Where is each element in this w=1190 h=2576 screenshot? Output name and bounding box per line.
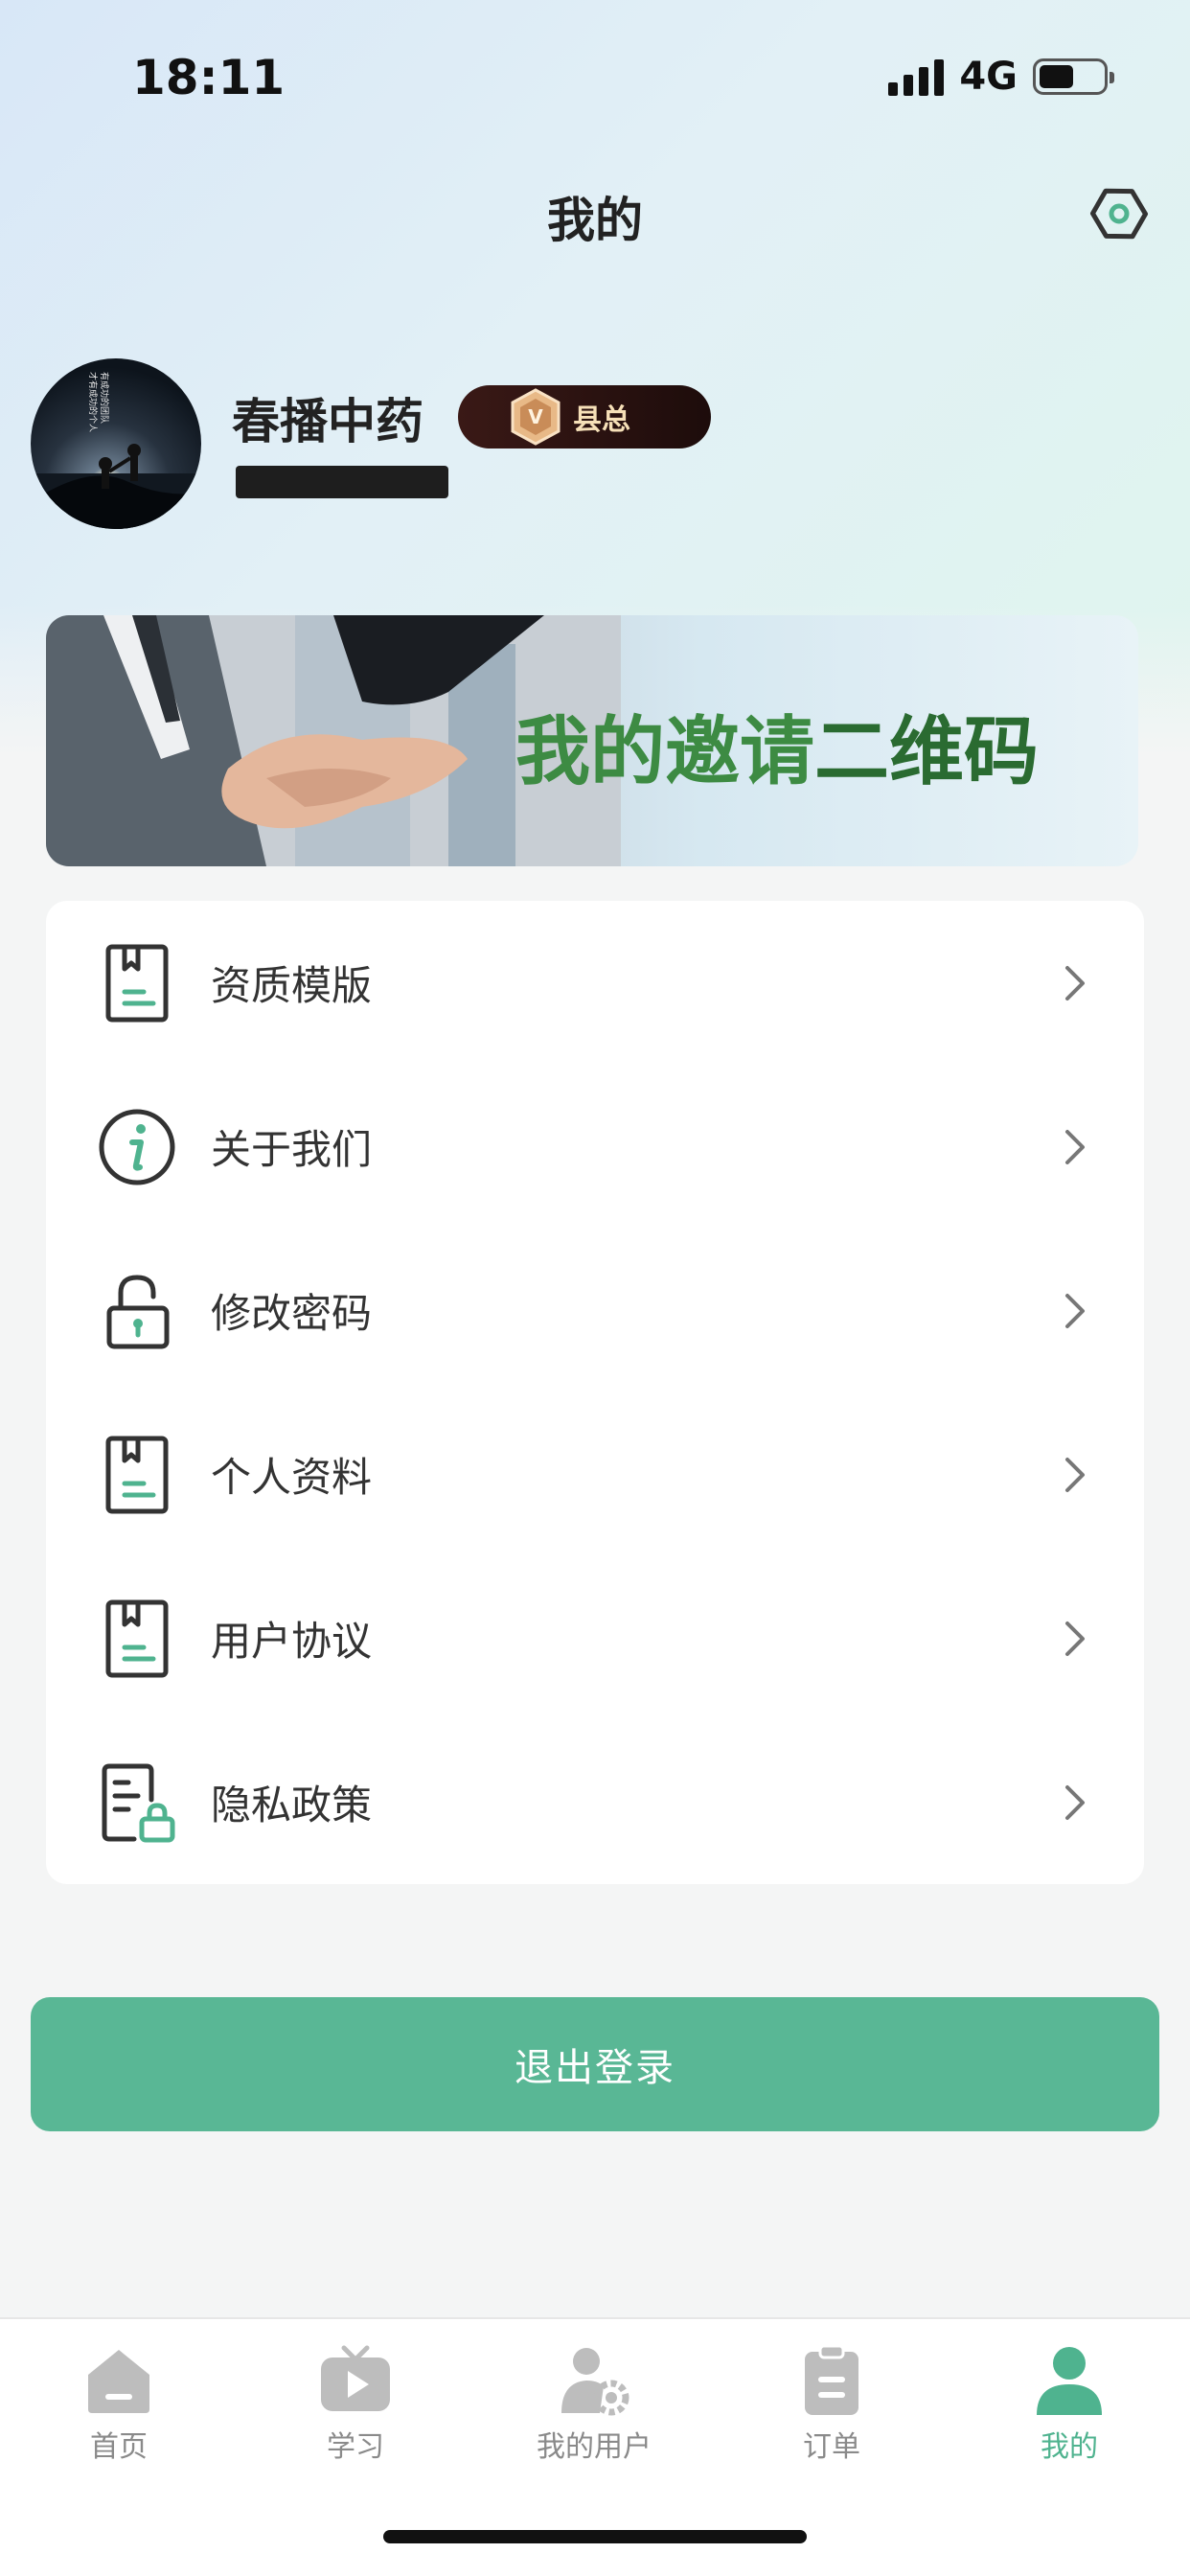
medal-v-icon: V	[511, 388, 561, 446]
tab-label: 我的	[1041, 2430, 1098, 2464]
tab-orders[interactable]: 订单	[736, 2342, 927, 2467]
svg-text:有成功的团队: 有成功的团队	[99, 372, 110, 424]
tab-study[interactable]: 学习	[260, 2342, 451, 2467]
bookmark-document-icon	[105, 944, 169, 1022]
invite-qrcode-banner[interactable]: 我的邀请二维码	[46, 615, 1138, 866]
unlock-icon	[106, 1274, 170, 1348]
menu-item-change-password[interactable]: 修改密码	[46, 1229, 1144, 1392]
tab-mine[interactable]: 我的	[973, 2342, 1165, 2467]
tab-home[interactable]: 首页	[23, 2342, 215, 2467]
chevron-right-icon	[1065, 965, 1085, 1000]
menu-item-privacy-policy[interactable]: 隐私政策	[46, 1720, 1144, 1884]
invite-banner-title-part2: 二维码	[814, 709, 1040, 795]
menu-item-qualification-template[interactable]: 资质模版	[46, 901, 1144, 1065]
level-badge: V 县总	[458, 385, 711, 448]
masked-phone-number	[236, 466, 448, 498]
info-icon	[99, 1109, 175, 1184]
settings-button[interactable]	[1087, 182, 1151, 245]
tab-my-users[interactable]: 我的用户	[498, 2342, 690, 2467]
signal-icon	[888, 58, 945, 96]
user-gear-icon	[561, 2348, 629, 2416]
menu-item-personal-info[interactable]: 个人资料	[46, 1392, 1144, 1556]
menu-item-label: 资质模版	[211, 962, 373, 1009]
status-indicators: 4G	[888, 55, 1114, 99]
settings-menu: 资质模版 关于我们 修改密码 个人资料 用户协议 隐私政策	[46, 901, 1144, 1884]
hexagon-gear-icon	[1089, 188, 1149, 240]
logout-button[interactable]: 退出登录	[31, 1997, 1159, 2131]
chevron-right-icon	[1065, 1621, 1085, 1656]
tab-label: 学习	[327, 2430, 384, 2464]
menu-item-label: 隐私政策	[211, 1782, 373, 1828]
tab-label: 首页	[90, 2430, 148, 2464]
page-title: 我的	[547, 193, 643, 248]
menu-item-user-agreement[interactable]: 用户协议	[46, 1556, 1144, 1720]
tab-label: 我的用户	[537, 2430, 652, 2464]
home-indicator	[383, 2530, 807, 2543]
tv-play-icon	[321, 2345, 390, 2411]
network-type: 4G	[959, 55, 1018, 99]
home-icon	[88, 2350, 149, 2413]
invite-banner-title-part1: 我的邀请	[515, 709, 815, 795]
clipboard-icon	[805, 2344, 858, 2415]
chevron-right-icon	[1065, 1293, 1085, 1328]
menu-item-label: 用户协议	[211, 1618, 373, 1665]
chevron-right-icon	[1065, 1457, 1085, 1492]
svg-text:才有成功的个人: 才有成功的个人	[87, 372, 99, 432]
menu-item-label: 个人资料	[211, 1454, 373, 1501]
menu-item-label: 修改密码	[211, 1290, 373, 1337]
battery-icon	[1033, 58, 1114, 95]
chevron-right-icon	[1065, 1784, 1085, 1820]
tab-label: 订单	[803, 2430, 860, 2464]
chevron-right-icon	[1065, 1129, 1085, 1164]
person-icon	[1037, 2347, 1102, 2415]
svg-text:V: V	[528, 405, 543, 428]
avatar-image: 有成功的团队 才有成功的个人	[31, 372, 201, 529]
badge-label: 县总	[573, 403, 630, 437]
invite-banner-title: 我的邀请二维码	[515, 692, 1039, 799]
username: 春播中药	[232, 394, 423, 449]
menu-item-label: 关于我们	[211, 1126, 373, 1173]
bookmark-document-icon	[105, 1599, 169, 1677]
document-lock-icon	[102, 1763, 175, 1842]
status-time: 18:11	[132, 50, 286, 105]
avatar[interactable]: 有成功的团队 才有成功的个人	[31, 358, 201, 529]
menu-item-about-us[interactable]: 关于我们	[46, 1065, 1144, 1229]
bookmark-document-icon	[105, 1436, 169, 1513]
